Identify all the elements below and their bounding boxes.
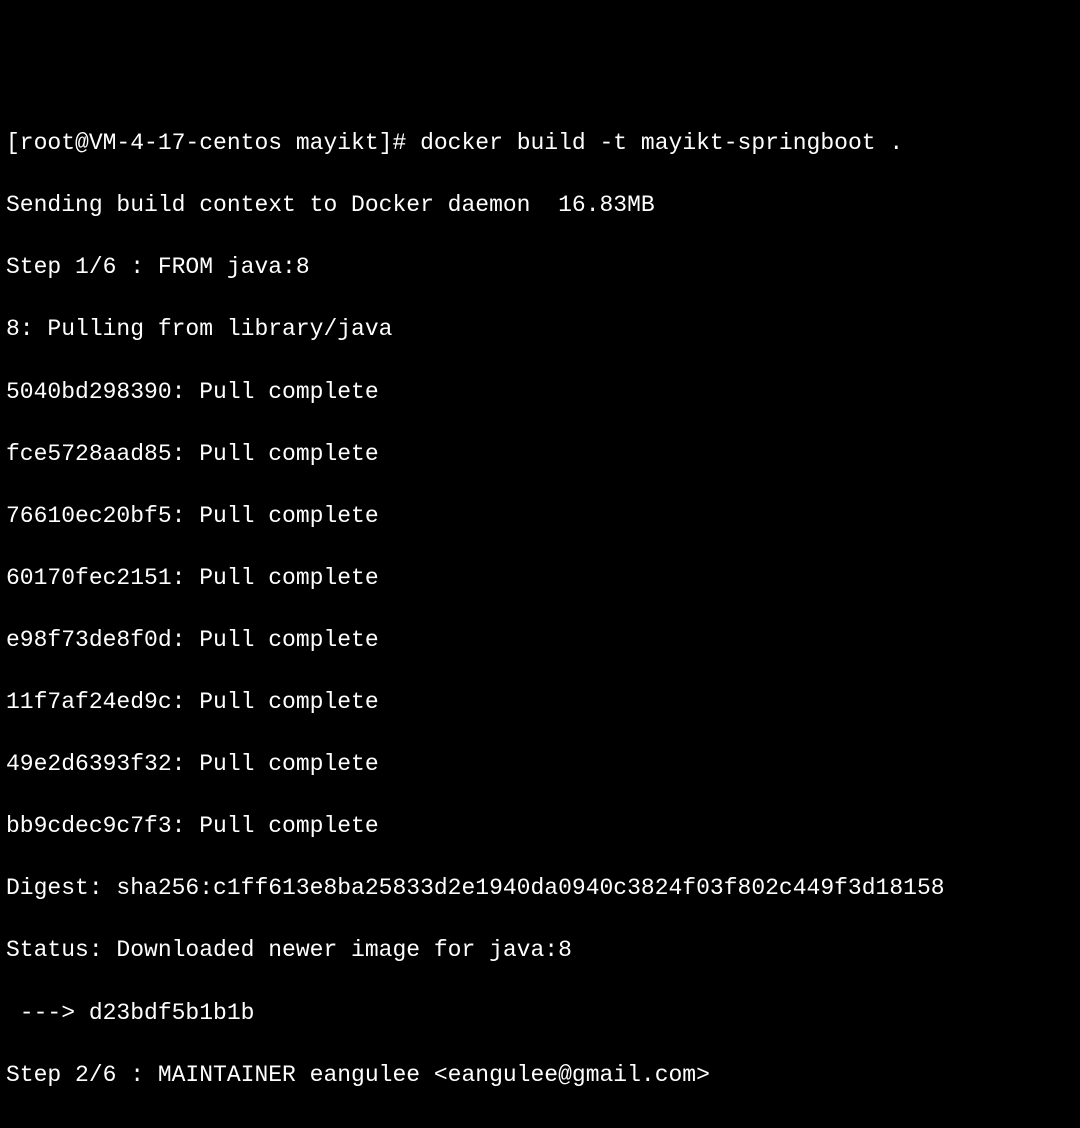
output-line: e98f73de8f0d: Pull complete — [6, 625, 1074, 656]
output-line: Step 2/6 : MAINTAINER eangulee <eangulee… — [6, 1060, 1074, 1091]
output-line: bb9cdec9c7f3: Pull complete — [6, 811, 1074, 842]
output-line: 49e2d6393f32: Pull complete — [6, 749, 1074, 780]
output-line: 11f7af24ed9c: Pull complete — [6, 687, 1074, 718]
command-text: docker build -t mayikt-springboot . — [420, 130, 903, 156]
output-line: fce5728aad85: Pull complete — [6, 439, 1074, 470]
output-line: Digest: sha256:c1ff613e8ba25833d2e1940da… — [6, 873, 1074, 904]
output-line: 76610ec20bf5: Pull complete — [6, 501, 1074, 532]
output-line: Status: Downloaded newer image for java:… — [6, 935, 1074, 966]
output-line: 8: Pulling from library/java — [6, 314, 1074, 345]
output-line: 5040bd298390: Pull complete — [6, 377, 1074, 408]
output-line: Sending build context to Docker daemon 1… — [6, 190, 1074, 221]
output-line: Step 1/6 : FROM java:8 — [6, 252, 1074, 283]
output-line: ---> d23bdf5b1b1b — [6, 998, 1074, 1029]
output-line: 60170fec2151: Pull complete — [6, 563, 1074, 594]
shell-prompt: [root@VM-4-17-centos mayikt]# — [6, 130, 420, 156]
terminal-prompt-line[interactable]: [root@VM-4-17-centos mayikt]# docker bui… — [6, 128, 1074, 159]
